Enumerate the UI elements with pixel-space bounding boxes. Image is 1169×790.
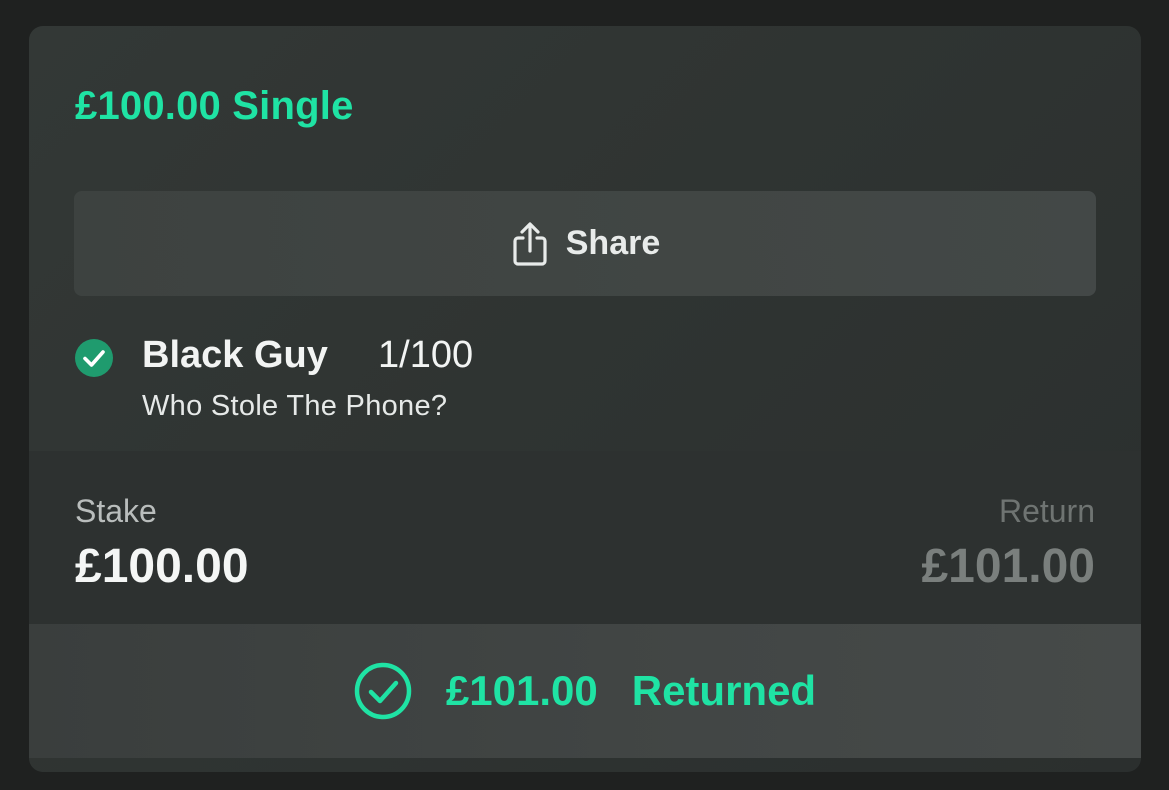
stake-return-section: Stake £100.00 Return £101.00 [29, 451, 1141, 624]
selection-row: Black Guy 1/100 Who Stole The Phone? [74, 334, 1096, 434]
share-icon [510, 221, 550, 267]
result-bar: £101.00 Returned [29, 624, 1141, 758]
stake-value: £100.00 [75, 540, 249, 593]
stake-label: Stake [75, 493, 157, 529]
return-value: £101.00 [921, 540, 1095, 593]
selection-odds: 1/100 [378, 334, 474, 376]
selection-market: Who Stole The Phone? [142, 390, 448, 422]
share-button[interactable]: Share [74, 191, 1096, 296]
returned-amount: £101.00 [445, 667, 598, 714]
share-label: Share [565, 224, 661, 262]
return-label: Return [998, 493, 1095, 529]
selection-name: Black Guy [142, 334, 328, 376]
check-circle-outline-icon [354, 662, 412, 720]
bet-card: £100.00 Single Share Black Guy 1/100 Who… [29, 26, 1141, 772]
check-circle-icon [74, 338, 114, 378]
bet-title: £100.00 Single [75, 84, 354, 128]
returned-label: Returned [631, 667, 817, 714]
